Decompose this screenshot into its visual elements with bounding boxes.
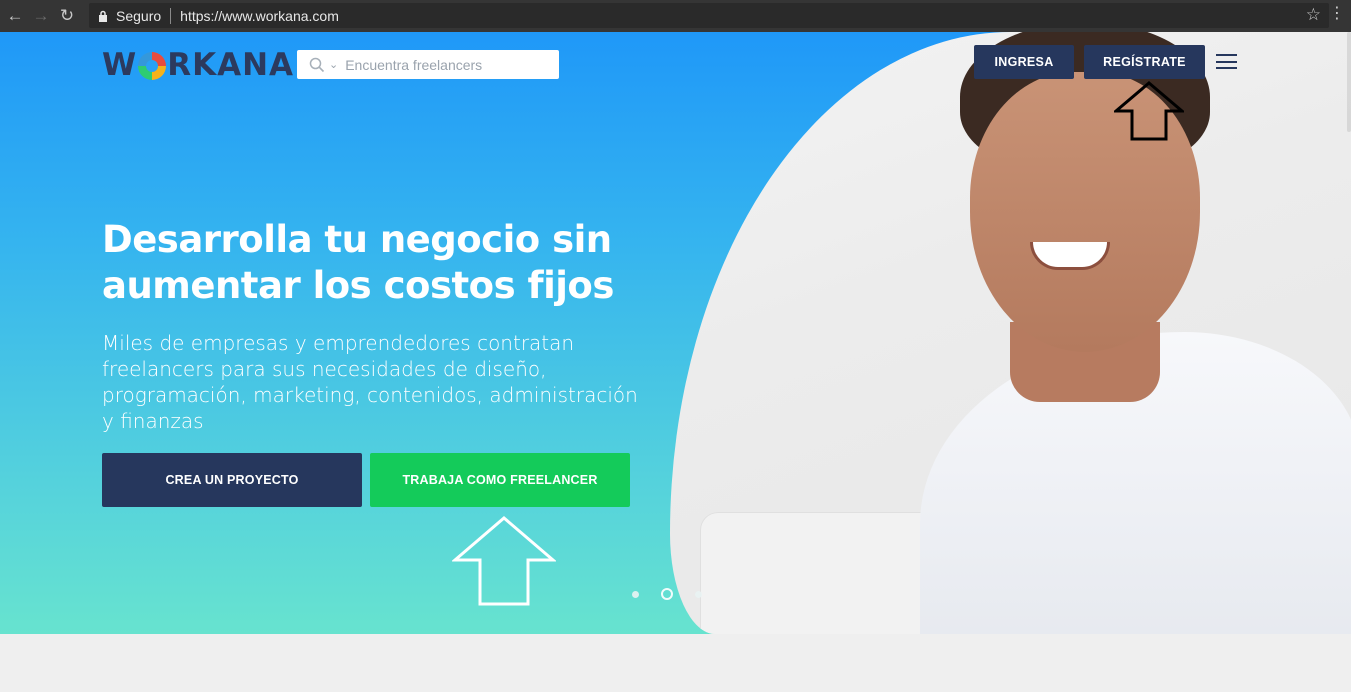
search-placeholder: Encuentra freelancers (345, 56, 483, 73)
hero-photo (670, 32, 1351, 634)
headline-line-1: Desarrolla tu negocio sin (102, 218, 612, 261)
address-bar[interactable]: Seguro https://www.workana.com ☆ (89, 3, 1329, 28)
browser-toolbar: ← → ↻ Seguro https://www.workana.com ☆ ⋮ (0, 0, 1351, 32)
carousel-dot[interactable] (695, 590, 702, 598)
logo-circle-icon (138, 52, 167, 80)
workana-logo[interactable]: W RKANA (102, 47, 295, 83)
lock-icon (96, 9, 110, 23)
logo-text-start: W (102, 47, 138, 83)
secure-label: Seguro (116, 7, 162, 24)
logo-text-end: RKANA (167, 47, 295, 83)
register-button[interactable]: REGÍSTRATE (1084, 45, 1205, 79)
hamburger-menu-icon[interactable] (1216, 54, 1237, 69)
page-scrollbar[interactable] (1347, 32, 1351, 132)
chevron-down-icon[interactable]: ⌄ (329, 58, 338, 71)
url-text[interactable]: https://www.workana.com (180, 8, 339, 24)
hero-headline: Desarrolla tu negocio sin aumentar los c… (102, 217, 662, 309)
search-input[interactable]: ⌄ Encuentra freelancers (297, 50, 559, 79)
forward-arrow-icon[interactable]: → (30, 5, 52, 27)
carousel-dot-active[interactable] (661, 588, 673, 600)
work-as-freelancer-button[interactable]: TRABAJA COMO FREELANCER (370, 453, 630, 507)
login-button[interactable]: INGRESA (974, 45, 1074, 79)
headline-line-2: aumentar los costos fijos (102, 264, 614, 307)
up-arrow-annotation-icon (1114, 81, 1184, 141)
create-project-button[interactable]: CREA UN PROYECTO (102, 453, 362, 507)
reload-icon[interactable]: ↻ (56, 5, 78, 27)
browser-menu-icon[interactable]: ⋮ (1329, 6, 1345, 22)
carousel-dots (632, 588, 702, 600)
hero-section: W RKANA ⌄ Encuentra freelancers INGRESA R… (0, 32, 1351, 634)
separator (170, 7, 172, 24)
back-arrow-icon[interactable]: ← (4, 5, 26, 27)
up-arrow-annotation-icon (452, 516, 556, 606)
carousel-dot[interactable] (632, 590, 639, 598)
hero-subtext: Miles de empresas y emprendedores contra… (102, 331, 638, 433)
bookmark-star-icon[interactable]: ☆ (1306, 5, 1321, 25)
search-icon (309, 57, 325, 72)
